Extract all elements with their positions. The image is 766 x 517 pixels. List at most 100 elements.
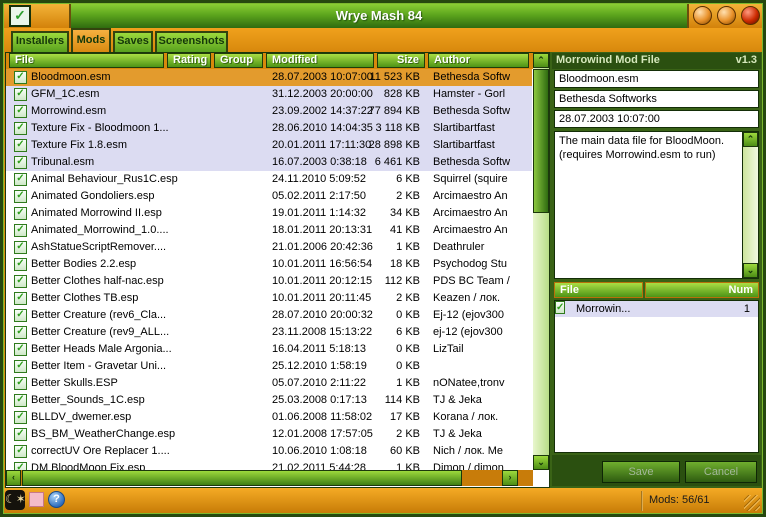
mod-row[interactable]: ✓Tribunal.esm16.07.2003 0:38:186 461 KBB…: [6, 154, 532, 171]
mod-row[interactable]: ✓Morrowind.esm23.09.2002 14:37:2277 894 …: [6, 103, 532, 120]
mod-row[interactable]: ✓Better Bodies 2.2.esp10.01.2011 16:56:5…: [6, 256, 532, 273]
mod-checkbox-icon[interactable]: ✓: [14, 122, 27, 135]
detail-panel-version: v1.3: [736, 53, 757, 69]
mod-checkbox-icon[interactable]: ✓: [14, 156, 27, 169]
mod-row[interactable]: ✓Better Creature (rev9_ALL...23.11.2008 …: [6, 324, 532, 341]
mod-checkbox-icon[interactable]: ✓: [14, 360, 27, 373]
mod-checkbox-icon[interactable]: ✓: [14, 309, 27, 322]
mod-modified: 10.06.2010 1:08:18: [272, 445, 367, 457]
column-header-author[interactable]: Author: [428, 53, 529, 68]
mod-row[interactable]: ✓Animal Behaviour_Rus1C.esp24.11.2010 5:…: [6, 171, 532, 188]
mod-file-name: BS_BM_WeatherChange.esp: [31, 428, 175, 440]
tab-saves[interactable]: Saves: [113, 31, 153, 52]
mod-checkbox-icon[interactable]: ✓: [14, 326, 27, 339]
mod-row[interactable]: ✓GFM_1C.esm31.12.2003 20:00:00828 KBHams…: [6, 86, 532, 103]
column-header-group[interactable]: Group: [214, 53, 263, 68]
mod-row[interactable]: ✓Better_Sounds_1C.esp25.03.2008 0:17:131…: [6, 392, 532, 409]
master-row[interactable]: ✓Morrowin...1: [555, 301, 758, 317]
mod-checkbox-icon[interactable]: ✓: [14, 377, 27, 390]
mod-author-field[interactable]: Bethesda Softworks: [554, 90, 759, 108]
mod-author: Squirrel (squire: [433, 173, 531, 185]
masters-column-num[interactable]: Num: [645, 282, 759, 298]
mod-checkbox-icon[interactable]: ✓: [14, 462, 27, 470]
mod-filename-field[interactable]: Bloodmoon.esm: [554, 70, 759, 88]
vertical-scroll-thumb[interactable]: [533, 69, 549, 213]
mod-checkbox-icon[interactable]: ✓: [14, 139, 27, 152]
mod-checkbox-icon[interactable]: ✓: [14, 173, 27, 186]
morrowind-launch-icon[interactable]: ☾✶: [5, 490, 25, 510]
mod-row[interactable]: ✓Better Clothes TB.esp10.01.2011 20:11:4…: [6, 290, 532, 307]
mod-row[interactable]: ✓Better Item - Gravetar Uni...25.12.2010…: [6, 358, 532, 375]
color-swatch-icon[interactable]: [29, 492, 44, 507]
mod-row[interactable]: ✓AshStatueScriptRemover....21.01.2006 20…: [6, 239, 532, 256]
mod-modified: 18.01.2011 20:13:31: [272, 224, 372, 236]
mod-row[interactable]: ✓Better Creature (rev6_Cla...28.07.2010 …: [6, 307, 532, 324]
mod-checkbox-icon[interactable]: ✓: [14, 88, 27, 101]
mod-checkbox-icon[interactable]: ✓: [14, 428, 27, 441]
mod-row[interactable]: ✓BLLDV_dwemer.esp01.06.2008 11:58:0217 K…: [6, 409, 532, 426]
mod-checkbox-icon[interactable]: ✓: [14, 71, 27, 84]
column-header-size[interactable]: Size: [377, 53, 425, 68]
mod-checkbox-icon[interactable]: ✓: [14, 224, 27, 237]
mod-row[interactable]: ✓DM BloodMoon Fix.esp21.02.2011 5:44:281…: [6, 460, 532, 470]
maximize-button[interactable]: [717, 6, 736, 25]
mod-checkbox-icon[interactable]: ✓: [14, 411, 27, 424]
mod-checkbox-icon[interactable]: ✓: [14, 292, 27, 305]
masters-column-file[interactable]: File: [554, 282, 643, 298]
masters-table-header: File Num: [554, 282, 759, 299]
scroll-up-icon[interactable]: ⌃: [743, 132, 758, 147]
column-header-rating[interactable]: Rating: [167, 53, 211, 68]
mod-checkbox-icon[interactable]: ✓: [14, 394, 27, 407]
mod-row[interactable]: ✓Animated_Morrowind_1.0....18.01.2011 20…: [6, 222, 532, 239]
mods-vertical-scrollbar[interactable]: ⌃ ⌄: [533, 53, 549, 470]
mod-checkbox-icon[interactable]: ✓: [14, 343, 27, 356]
mod-author: Bethesda Softw: [433, 105, 531, 117]
description-scrollbar[interactable]: ⌃ ⌄: [742, 131, 759, 279]
help-icon[interactable]: ?: [48, 491, 65, 508]
mod-row[interactable]: ✓Bloodmoon.esm28.07.2003 10:07:0011 523 …: [6, 69, 532, 86]
column-header-modified[interactable]: Modified: [266, 53, 374, 68]
mod-checkbox-icon[interactable]: ✓: [14, 445, 27, 458]
mods-horizontal-scrollbar[interactable]: ‹ ›: [6, 470, 533, 486]
mod-row[interactable]: ✓Animated Gondoliers.esp05.02.2011 2:17:…: [6, 188, 532, 205]
mod-checkbox-icon[interactable]: ✓: [14, 207, 27, 220]
mod-description-field[interactable]: The main data file for BloodMoon. (requi…: [554, 131, 759, 279]
mod-author: Slartibartfast: [433, 122, 531, 134]
mod-checkbox-icon[interactable]: ✓: [14, 275, 27, 288]
mod-checkbox-icon[interactable]: ✓: [14, 258, 27, 271]
tab-installers[interactable]: Installers: [11, 31, 69, 52]
scroll-down-icon[interactable]: ⌄: [743, 263, 758, 278]
mod-row[interactable]: ✓Better Heads Male Argonia...16.04.2011 …: [6, 341, 532, 358]
mod-row[interactable]: ✓Texture Fix 1.8.esm20.01.2011 17:11:302…: [6, 137, 532, 154]
mod-row[interactable]: ✓Better Skulls.ESP05.07.2010 2:11:221 KB…: [6, 375, 532, 392]
mod-size: 2 KB: [396, 428, 420, 440]
scroll-left-icon[interactable]: ‹: [6, 470, 21, 486]
mod-row[interactable]: ✓Better Clothes half-nac.esp10.01.2011 2…: [6, 273, 532, 290]
mod-modified-field[interactable]: 28.07.2003 10:07:00: [554, 110, 759, 128]
mod-row[interactable]: ✓Animated Morrowind II.esp19.01.2011 1:1…: [6, 205, 532, 222]
cancel-button[interactable]: Cancel: [685, 461, 757, 483]
scroll-right-icon[interactable]: ›: [502, 470, 518, 486]
mod-file-name: BLLDV_dwemer.esp: [31, 411, 131, 423]
mod-checkbox-icon[interactable]: ✓: [14, 190, 27, 203]
save-button[interactable]: Save: [602, 461, 680, 483]
tab-mods[interactable]: Mods: [71, 28, 111, 52]
master-checkbox-icon[interactable]: ✓: [555, 301, 565, 314]
close-button[interactable]: [741, 6, 760, 25]
column-header-file[interactable]: File: [9, 53, 164, 68]
mod-author: Slartibartfast: [433, 139, 531, 151]
mod-checkbox-icon[interactable]: ✓: [14, 241, 27, 254]
horizontal-scroll-thumb[interactable]: [22, 470, 462, 486]
mod-author: Psychodog Stu: [433, 258, 531, 270]
mod-row[interactable]: ✓BS_BM_WeatherChange.esp12.01.2008 17:57…: [6, 426, 532, 443]
mod-checkbox-icon[interactable]: ✓: [14, 105, 27, 118]
scroll-up-icon[interactable]: ⌃: [533, 53, 549, 68]
mod-row[interactable]: ✓correctUV Ore Replacer 1....10.06.2010 …: [6, 443, 532, 460]
window-controls: [687, 3, 763, 28]
status-bar: ☾✶ ? Mods: 56/61: [3, 488, 763, 514]
resize-grip[interactable]: [744, 495, 760, 511]
scroll-down-icon[interactable]: ⌄: [533, 455, 549, 470]
minimize-button[interactable]: [693, 6, 712, 25]
tab-screenshots[interactable]: Screenshots: [155, 31, 228, 52]
mod-row[interactable]: ✓Texture Fix - Bloodmoon 1...28.06.2010 …: [6, 120, 532, 137]
